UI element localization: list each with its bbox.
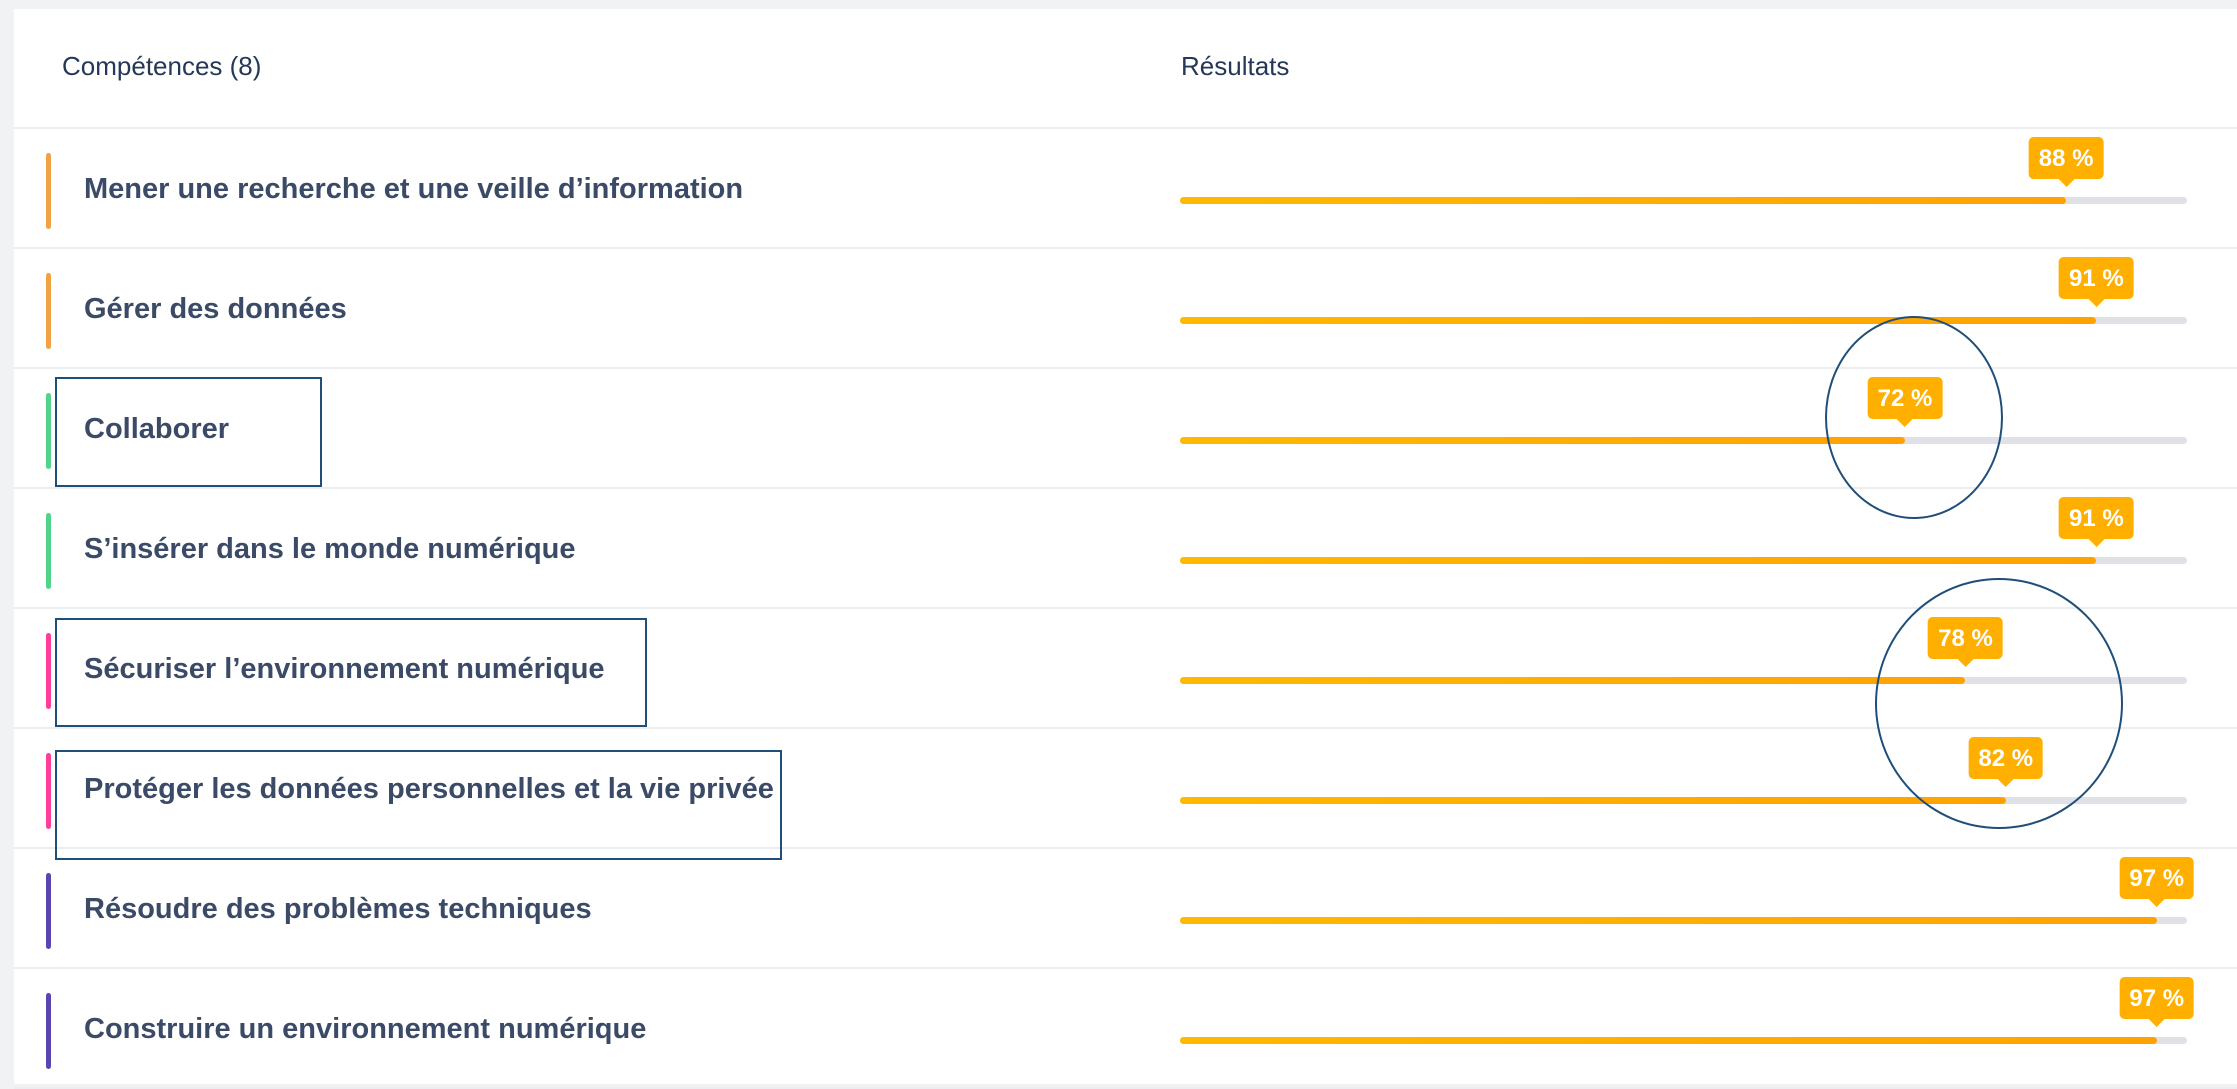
annotation-box-securiser bbox=[55, 618, 647, 727]
category-color-bar bbox=[46, 513, 51, 589]
result-progress-fill bbox=[1180, 1037, 2157, 1044]
competence-row: Résoudre des problèmes techniques 97 % bbox=[14, 849, 2237, 969]
competence-label: Construire un environnement numérique bbox=[84, 1013, 647, 1045]
result-progress-fill bbox=[1180, 557, 2097, 564]
result-progress-fill bbox=[1180, 317, 2097, 324]
results-card: Compétences (8) Résultats Mener une rech… bbox=[14, 9, 2237, 1089]
annotation-circle-72 bbox=[1825, 316, 2003, 519]
competence-row: Mener une recherche et une veille d’info… bbox=[14, 129, 2237, 249]
result-progress-fill bbox=[1180, 437, 1906, 444]
category-color-bar bbox=[46, 873, 51, 949]
category-color-bar bbox=[46, 153, 51, 229]
result-progress-fill bbox=[1180, 917, 2157, 924]
annotation-box-proteger bbox=[55, 750, 782, 860]
competence-label: Gérer des données bbox=[84, 293, 347, 325]
category-color-bar bbox=[46, 753, 51, 829]
competence-row: Construire un environnement numérique 97 … bbox=[14, 969, 2237, 1089]
result-progress-bar bbox=[1180, 557, 2187, 564]
result-progress-bar bbox=[1180, 917, 2187, 924]
competence-label: Mener une recherche et une veille d’info… bbox=[84, 173, 744, 205]
result-percent-badge: 91 % bbox=[2059, 257, 2134, 307]
result-percent-badge: 88 % bbox=[2028, 137, 2104, 187]
annotation-circle-78-82 bbox=[1875, 578, 2123, 829]
competence-label: Résoudre des problèmes techniques bbox=[84, 893, 592, 925]
annotation-box-collaborer bbox=[55, 377, 322, 487]
result-percent-badge: 97 % bbox=[2119, 977, 2195, 1027]
competence-label: S’insérer dans le monde numérique bbox=[84, 533, 576, 565]
competences-column-title: Compétences (8) bbox=[62, 51, 262, 81]
category-color-bar bbox=[46, 993, 51, 1069]
result-progress-fill bbox=[1180, 197, 2067, 204]
result-percent-badge: 91 % bbox=[2059, 497, 2134, 547]
category-color-bar bbox=[46, 393, 51, 469]
result-progress-bar bbox=[1180, 1037, 2187, 1044]
table-header: Compétences (8) Résultats bbox=[14, 9, 2237, 129]
result-progress-bar bbox=[1180, 317, 2187, 324]
category-color-bar bbox=[46, 273, 51, 349]
result-progress-bar bbox=[1180, 197, 2187, 204]
result-progress-fill bbox=[1180, 677, 1966, 684]
results-column-title: Résultats bbox=[1181, 51, 1290, 81]
category-color-bar bbox=[46, 633, 51, 709]
result-progress-bar bbox=[1180, 437, 2187, 444]
result-percent-badge: 97 % bbox=[2119, 857, 2195, 907]
result-progress-fill bbox=[1180, 797, 2006, 804]
